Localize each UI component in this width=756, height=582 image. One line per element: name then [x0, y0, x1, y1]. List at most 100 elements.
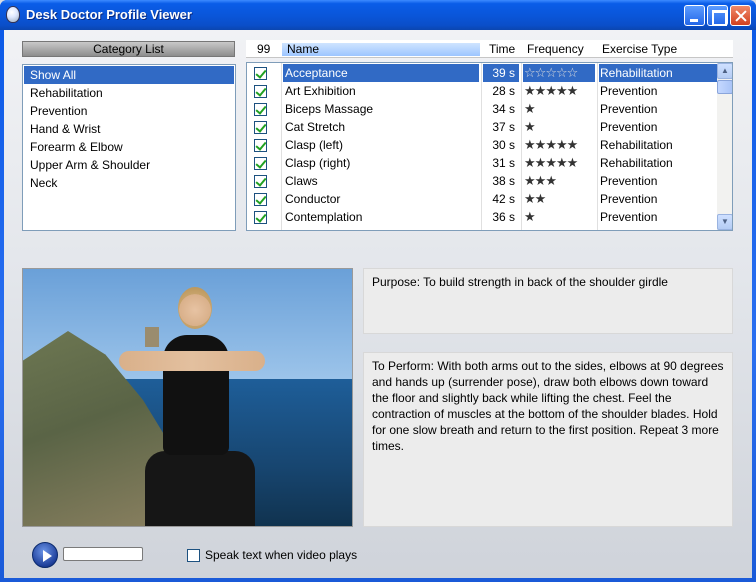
- star-icon: ★: [566, 155, 579, 170]
- row-frequency: ★★★: [523, 172, 595, 190]
- row-frequency: ★: [523, 100, 595, 118]
- column-frequency[interactable]: Frequency: [527, 42, 584, 56]
- video-tower: [145, 327, 159, 347]
- row-time: 37 s: [492, 120, 515, 134]
- star-icon: ★: [524, 155, 536, 170]
- star-icon: ☆: [555, 65, 568, 80]
- table-row[interactable]: Contemplation 36 s ★ Prevention: [247, 208, 717, 226]
- column-time[interactable]: Time: [489, 42, 515, 56]
- row-name: Contemplation: [285, 210, 363, 224]
- row-exercise-type: Prevention: [600, 210, 658, 224]
- row-name: Claws: [285, 174, 318, 188]
- scroll-down-icon[interactable]: ▼: [717, 214, 732, 230]
- close-button[interactable]: [730, 5, 751, 26]
- row-checkbox[interactable]: [254, 85, 267, 98]
- table-row[interactable]: Claws 38 s ★★★ Prevention: [247, 172, 717, 190]
- table-row[interactable]: Acceptance 39 s ☆☆☆☆☆ Rehabilitation: [247, 64, 717, 82]
- star-icon: ★: [555, 137, 568, 152]
- speak-text-checkbox[interactable]: [187, 549, 200, 562]
- row-name: Conductor: [285, 192, 341, 206]
- table-scrollbar[interactable]: ▲ ▼: [717, 63, 732, 230]
- window-title: Desk Doctor Profile Viewer: [26, 7, 192, 22]
- table-row[interactable]: Art Exhibition 28 s ★★★★★ Prevention: [247, 82, 717, 100]
- row-name: Clasp (left): [285, 138, 344, 152]
- title-bar[interactable]: Desk Doctor Profile Viewer: [0, 0, 756, 30]
- app-window: Desk Doctor Profile Viewer Category List…: [0, 0, 756, 582]
- video-person-arms: [119, 351, 265, 371]
- row-exercise-type: Rehabilitation: [600, 156, 673, 170]
- row-checkbox[interactable]: [254, 211, 267, 224]
- row-checkbox[interactable]: [254, 103, 267, 116]
- column-name[interactable]: Name: [287, 42, 319, 56]
- row-time: 34 s: [492, 102, 515, 116]
- app-icon[interactable]: [6, 6, 20, 23]
- video-person-legs: [145, 451, 255, 526]
- row-exercise-type: Prevention: [600, 102, 658, 116]
- category-item[interactable]: Rehabilitation: [24, 84, 234, 102]
- table-row[interactable]: Conductor 42 s ★★ Prevention: [247, 190, 717, 208]
- exercise-table-header: 99 Name Time Frequency Exercise Type: [246, 40, 733, 58]
- purpose-text: Purpose: To build strength in back of th…: [363, 268, 733, 334]
- table-row[interactable]: Biceps Massage 34 s ★ Prevention: [247, 100, 717, 118]
- star-icon: ★: [555, 83, 568, 98]
- star-icon: ☆: [545, 65, 557, 80]
- play-icon[interactable]: [32, 542, 58, 568]
- scroll-thumb[interactable]: [717, 80, 732, 94]
- row-exercise-type: Rehabilitation: [600, 138, 673, 152]
- exercise-table[interactable]: ▲ ▼ Acceptance 39 s ☆☆☆☆☆ Rehabilitation Art…: [246, 62, 733, 231]
- row-exercise-type: Rehabilitation: [599, 64, 717, 82]
- star-icon: ★: [545, 137, 557, 152]
- row-checkbox[interactable]: [254, 121, 267, 134]
- row-exercise-type: Prevention: [600, 120, 658, 134]
- speak-text-label: Speak text when video plays: [205, 548, 358, 562]
- star-icon: ☆: [524, 65, 536, 80]
- star-icon: ★: [545, 155, 557, 170]
- table-row[interactable]: Cat Stretch 37 s ★ Prevention: [247, 118, 717, 136]
- category-list[interactable]: Show All Rehabilitation Prevention Hand & W…: [22, 64, 236, 231]
- row-frequency: ★★★★★: [523, 82, 595, 100]
- category-item[interactable]: Prevention: [24, 102, 234, 120]
- star-icon: ★: [524, 119, 536, 134]
- video-person-head: [178, 287, 212, 329]
- row-checkbox[interactable]: [254, 67, 267, 80]
- row-frequency: ★: [523, 118, 595, 136]
- column-count[interactable]: 99: [257, 42, 270, 56]
- category-item[interactable]: Neck: [24, 174, 234, 192]
- row-checkbox[interactable]: [254, 157, 267, 170]
- scroll-up-icon[interactable]: ▲: [717, 63, 732, 79]
- row-frequency: ★★: [523, 190, 595, 208]
- category-item[interactable]: Hand & Wrist: [24, 120, 234, 138]
- table-row[interactable]: Clasp (left) 30 s ★★★★★ Rehabilitation: [247, 136, 717, 154]
- star-icon: ★: [524, 101, 536, 116]
- star-icon: ★: [534, 173, 547, 188]
- category-item[interactable]: Show All: [24, 66, 234, 84]
- row-name: Acceptance: [283, 64, 479, 82]
- video-progress-bar[interactable]: [63, 547, 143, 561]
- row-frequency: ★★★★★: [523, 154, 595, 172]
- row-checkbox[interactable]: [254, 175, 267, 188]
- row-name: Cat Stretch: [285, 120, 346, 134]
- row-name: Biceps Massage: [285, 102, 374, 116]
- row-exercise-type: Prevention: [600, 84, 658, 98]
- row-time: 42 s: [492, 192, 515, 206]
- perform-text: To Perform: With both arms out to the si…: [363, 352, 733, 527]
- minimize-button[interactable]: [684, 5, 705, 26]
- row-checkbox[interactable]: [254, 193, 267, 206]
- table-row[interactable]: Clasp (right) 31 s ★★★★★ Rehabilitation: [247, 154, 717, 172]
- star-icon: ★: [545, 83, 557, 98]
- exercise-video[interactable]: [22, 268, 353, 527]
- column-exercise-type[interactable]: Exercise Type: [602, 42, 677, 56]
- star-icon: ★: [534, 191, 547, 206]
- star-icon: ★: [524, 83, 536, 98]
- category-item[interactable]: Upper Arm & Shoulder: [24, 156, 234, 174]
- category-item[interactable]: Forearm & Elbow: [24, 138, 234, 156]
- star-icon: ★: [524, 209, 536, 224]
- row-time: 28 s: [492, 84, 515, 98]
- row-name: Art Exhibition: [285, 84, 356, 98]
- row-checkbox[interactable]: [254, 139, 267, 152]
- row-exercise-type: Prevention: [600, 174, 658, 188]
- star-icon: ☆: [534, 65, 547, 80]
- star-icon: ★: [566, 137, 579, 152]
- maximize-button[interactable]: [707, 5, 728, 26]
- client-area: Category List Show All Rehabilitation Prev…: [4, 30, 752, 578]
